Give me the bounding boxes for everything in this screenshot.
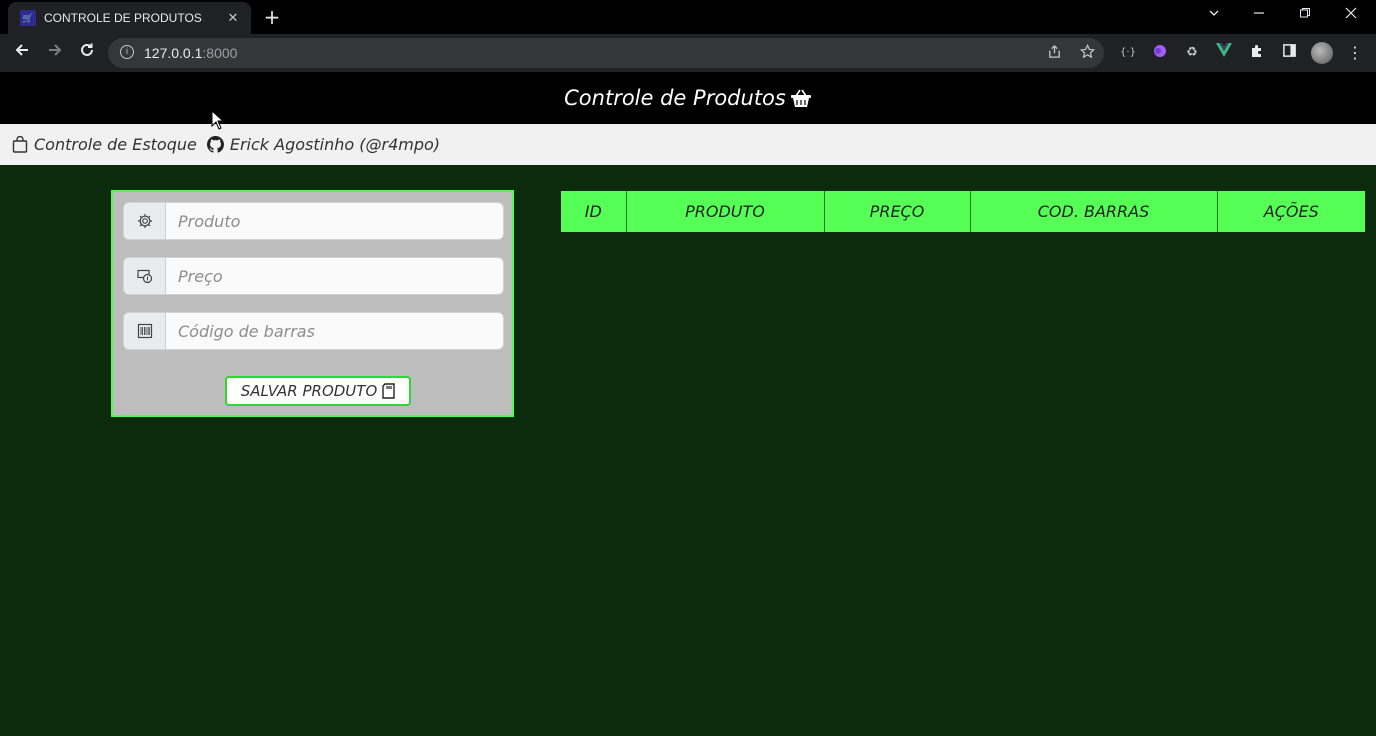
table-header-row: ID PRODUTO PREÇO COD. BARRAS AÇÕES [561,191,1365,232]
menu-kebab-icon[interactable]: ⋮ [1345,43,1365,63]
reload-icon[interactable] [75,41,99,65]
url-text: 127.0.0.1:8000 [144,45,237,61]
column-header-acoes: AÇÕES [1217,191,1365,232]
column-header-preco: PREÇO [824,191,971,232]
barcode-input[interactable] [166,313,503,349]
side-panel-icon[interactable] [1279,43,1299,63]
column-header-id: ID [561,191,627,232]
new-tab-button[interactable]: + [260,6,284,30]
sub-navigation: Controle de Estoque Erick Agostinho (@r4… [0,124,1376,165]
github-icon [206,136,224,153]
basket-icon [790,87,812,109]
app-header: Controle de Produtos [0,72,1376,124]
nav-link-github-profile[interactable]: Erick Agostinho (@r4mpo) [206,135,441,154]
mouse-cursor-icon [211,110,225,130]
price-field [123,257,504,295]
close-icon[interactable] [1333,4,1369,28]
extension-recycle-icon[interactable]: ♻ [1182,43,1202,63]
gear-icon [124,203,166,239]
barcode-field [123,312,504,350]
sd-card-icon [382,383,395,399]
barcode-icon [124,313,166,349]
minimize-icon[interactable] [1241,4,1277,28]
shopping-bag-icon [12,136,28,153]
browser-toolbar: i 127.0.0.1:8000 {·} ♻ ⋮ [0,34,1376,72]
product-name-input[interactable] [166,203,503,239]
share-icon[interactable] [1045,44,1063,62]
address-bar[interactable]: i 127.0.0.1:8000 [108,38,1104,68]
cash-coin-icon [124,258,166,294]
extension-vue-icon[interactable] [1214,43,1234,63]
chevron-down-icon[interactable] [1196,4,1232,28]
restore-icon[interactable] [1287,4,1323,28]
column-header-produto: PRODUTO [626,191,825,232]
url-host: 127.0.0.1 [144,45,203,61]
tab-title: CONTROLE DE PRODUTOS [44,11,202,25]
products-table: ID PRODUTO PREÇO COD. BARRAS AÇÕES [561,191,1365,232]
browser-tabstrip: 🛒 CONTROLE DE PRODUTOS ✕ + [0,0,1376,34]
site-info-icon[interactable]: i [120,45,134,59]
nav-link-label: Controle de Estoque [34,135,197,154]
profile-avatar[interactable] [1311,42,1333,64]
tab-close-icon[interactable]: ✕ [221,10,245,26]
product-form: SALVAR PRODUTO [111,190,514,417]
star-icon[interactable] [1078,43,1096,62]
extension-json-icon[interactable]: {·} [1118,43,1138,63]
favicon-icon: 🛒 [20,10,36,26]
back-icon[interactable] [10,41,34,65]
column-header-cod-barras: COD. BARRAS [970,191,1218,232]
browser-tab[interactable]: 🛒 CONTROLE DE PRODUTOS ✕ [8,2,251,34]
nav-link-label: Erick Agostinho (@r4mpo) [229,135,441,154]
extensions-puzzle-icon[interactable] [1247,43,1267,63]
forward-icon[interactable] [43,41,67,65]
price-input[interactable] [166,258,503,294]
nav-link-controle-estoque[interactable]: Controle de Estoque [12,135,197,154]
save-product-button[interactable]: SALVAR PRODUTO [225,376,411,406]
url-port: :8000 [202,45,238,61]
save-button-label: SALVAR PRODUTO [240,382,378,400]
page-title: Controle de Produtos [564,86,786,110]
extension-purple-icon[interactable] [1150,43,1170,63]
product-name-field [123,202,504,240]
